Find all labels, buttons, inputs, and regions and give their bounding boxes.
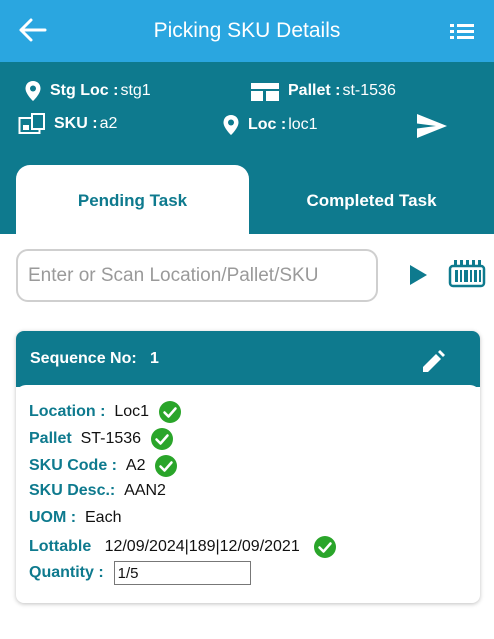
pallet-field: Pallet ST-1536 [29, 428, 174, 450]
location-pin-icon [25, 81, 41, 101]
sku-desc-label: SKU Desc.: [29, 482, 116, 499]
page-title: Picking SKU Details [153, 19, 341, 42]
sku-code-label: SKU Code : [29, 457, 117, 474]
pallet-value: st-1536 [342, 82, 396, 99]
sku-code-value: A2 [125, 457, 146, 474]
pallet-field-label: Pallet [29, 430, 72, 447]
task-tabs: Pending Task Completed Task [16, 165, 494, 234]
check-circle-icon [155, 455, 178, 477]
lottable-field: Lottable 12/09/2024|189|12/09/2021 [29, 536, 336, 558]
sku-row: SKU : a2 [18, 113, 117, 135]
sku-box-icon [18, 113, 45, 134]
sku-desc-field: SKU Desc.: AAN2 [29, 482, 166, 500]
sequence-number: Sequence No: 1 [30, 350, 159, 368]
stg-loc-value: stg1 [120, 82, 151, 99]
sku-label: SKU : [54, 115, 98, 132]
sequence-value: 1 [150, 350, 159, 367]
lottable-label: Lottable [29, 538, 92, 555]
sku-task-card: Sequence No: 1 Location : Loc1 Pallet ST… [16, 331, 480, 603]
barcode-scanner-icon[interactable] [448, 258, 486, 290]
sequence-label: Sequence No: [30, 350, 137, 367]
card-body: Location : Loc1 Pallet ST-1536 SKU Code … [16, 385, 480, 601]
scan-input[interactable] [28, 259, 368, 293]
uom-label: UOM : [29, 509, 77, 526]
list-icon[interactable] [448, 19, 476, 43]
pallet-row: Pallet : st-1536 [250, 80, 396, 102]
location-value: Loc1 [114, 403, 150, 420]
quantity-label: Quantity : [29, 564, 104, 581]
sku-desc-value: AAN2 [124, 482, 166, 499]
sku-code-field: SKU Code : A2 [29, 455, 178, 477]
tab-completed-label: Completed Task [306, 191, 437, 210]
uom-value: Each [85, 509, 122, 526]
tab-pending-label: Pending Task [77, 191, 188, 210]
loc-value: loc1 [288, 116, 318, 133]
stg-loc-label: Stg Loc : [50, 82, 119, 99]
edit-pencil-icon[interactable] [420, 349, 446, 375]
loc-label: Loc : [248, 116, 287, 133]
uom-field: UOM : Each [29, 509, 121, 527]
sku-value: a2 [99, 115, 118, 132]
send-icon[interactable] [416, 113, 448, 139]
location-pin-icon [223, 115, 239, 135]
check-circle-icon [313, 536, 336, 558]
tab-completed[interactable]: Completed Task [249, 165, 494, 234]
pallet-icon [251, 83, 279, 101]
app-bar: Picking SKU Details [0, 0, 494, 62]
play-icon[interactable] [407, 263, 429, 287]
scan-field[interactable] [16, 249, 378, 302]
lottable-value: 12/09/2024|189|12/09/2021 [104, 538, 300, 555]
quantity-input[interactable] [113, 561, 251, 585]
tab-pending[interactable]: Pending Task [16, 165, 249, 234]
location-field: Location : Loc1 [29, 401, 182, 423]
card-header: Sequence No: 1 [16, 331, 480, 387]
check-circle-icon [159, 401, 182, 423]
stg-loc-row: Stg Loc : stg1 [24, 80, 151, 102]
location-label: Location : [29, 403, 106, 420]
check-circle-icon [151, 428, 174, 450]
pallet-field-value: ST-1536 [80, 430, 142, 447]
pallet-label: Pallet : [288, 82, 341, 99]
quantity-field: Quantity : [29, 561, 251, 585]
loc-row: Loc : loc1 [222, 114, 318, 136]
